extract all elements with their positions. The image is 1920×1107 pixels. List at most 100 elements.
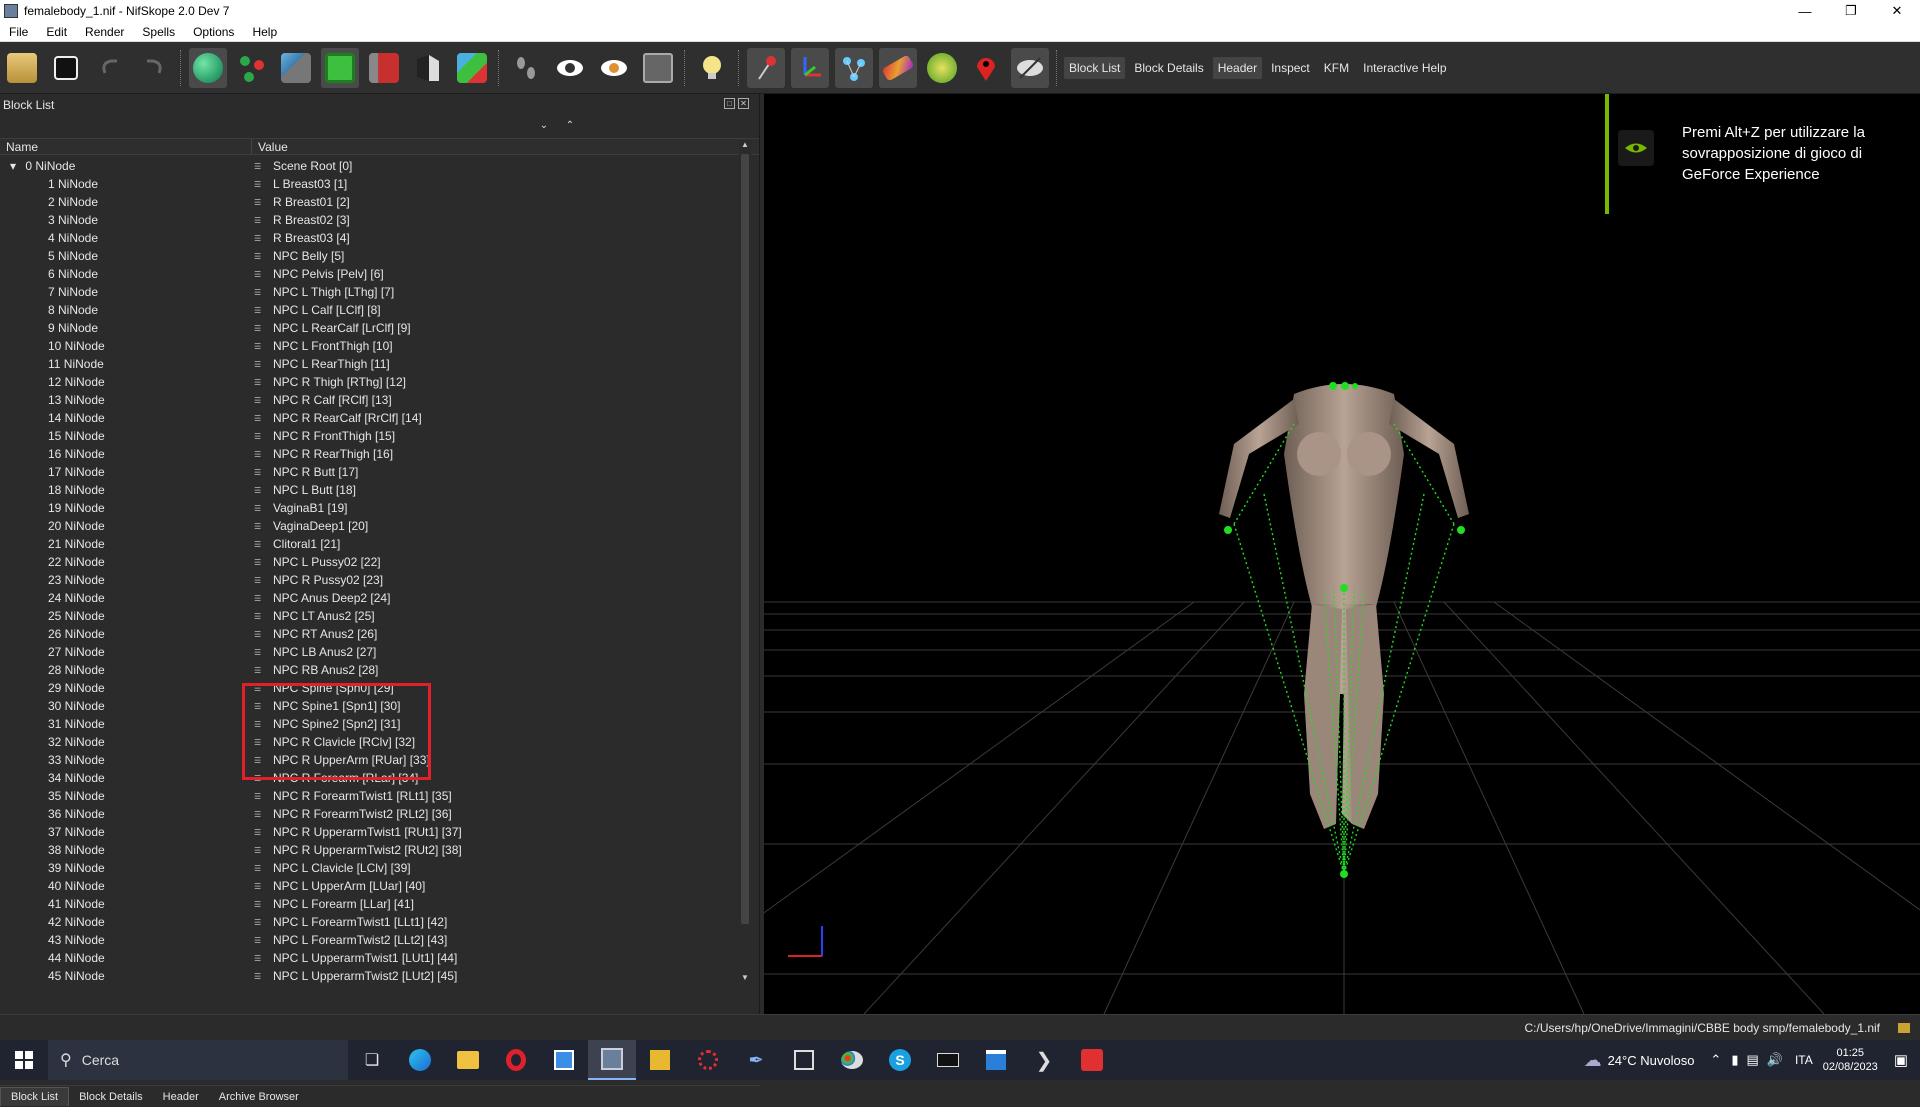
redo-button[interactable] xyxy=(135,48,173,88)
show-button[interactable] xyxy=(551,48,589,88)
skype-button[interactable]: S xyxy=(876,1040,924,1080)
network-icon[interactable]: ▤ xyxy=(1746,1052,1758,1068)
tree-row[interactable]: 3 NiNode ☰ R Breast02 [3] xyxy=(0,211,740,229)
toolbar-interactive-help-button[interactable]: Interactive Help xyxy=(1358,57,1451,79)
tree-row[interactable]: 18 NiNode ☰ NPC L Butt [18] xyxy=(0,481,740,499)
draw-markers-button[interactable] xyxy=(967,48,1005,88)
toolbar-inspect-button[interactable]: Inspect xyxy=(1266,57,1315,79)
tree-row[interactable]: 4 NiNode ☰ R Breast03 [4] xyxy=(0,229,740,247)
archive-button[interactable] xyxy=(636,1040,684,1080)
tree-row[interactable]: 45 NiNode ☰ NPC L UpperarmTwist2 [LUt2] [4… xyxy=(0,967,740,985)
tree-row[interactable]: 36 NiNode ☰ NPC R ForearmTwist2 [RLt2] [36… xyxy=(0,805,740,823)
terminal-button[interactable] xyxy=(924,1040,972,1080)
explorer-button[interactable] xyxy=(444,1040,492,1080)
open-button[interactable] xyxy=(3,48,41,88)
tree-row[interactable]: 22 NiNode ☰ NPC L Pussy02 [22] xyxy=(0,553,740,571)
column-header-value[interactable]: Value xyxy=(252,139,740,154)
view-flip-button[interactable] xyxy=(409,48,447,88)
tree-row[interactable]: 28 NiNode ☰ NPC RB Anus2 [28] xyxy=(0,661,740,679)
tree-row[interactable]: 40 NiNode ☰ NPC L UpperArm [LUar] [40] xyxy=(0,877,740,895)
window-button[interactable] xyxy=(972,1040,1020,1080)
view-front-button[interactable] xyxy=(321,47,359,88)
tree-row[interactable]: 21 NiNode ☰ Clitoral1 [21] xyxy=(0,535,740,553)
panel-close-button[interactable]: ✕ xyxy=(738,98,749,109)
opera-button[interactable] xyxy=(492,1040,540,1080)
menu-render[interactable]: Render xyxy=(76,25,133,39)
battery-icon[interactable]: ▮ xyxy=(1731,1052,1738,1068)
menu-spells[interactable]: Spells xyxy=(133,25,184,39)
menu-edit[interactable]: Edit xyxy=(37,25,76,39)
nifskope-taskbar-button[interactable] xyxy=(588,1040,636,1080)
clock[interactable]: 01:25 02/08/2023 xyxy=(1823,1046,1878,1074)
language-indicator[interactable]: ITA xyxy=(1795,1053,1813,1067)
editor-button[interactable] xyxy=(780,1040,828,1080)
expand-arrow-icon[interactable]: ▾ xyxy=(10,159,19,173)
edge-button[interactable] xyxy=(396,1040,444,1080)
tab-block-list[interactable]: Block List xyxy=(0,1087,70,1106)
tree-row[interactable]: 44 NiNode ☰ NPC L UpperarmTwist1 [LUt1] [4… xyxy=(0,949,740,967)
draw-constraints-button[interactable] xyxy=(835,47,873,88)
draw-havok-button[interactable] xyxy=(879,47,917,88)
tree-row[interactable]: ▾ 0 NiNode ☰ Scene Root [0] xyxy=(0,157,740,175)
draw-furniture-button[interactable] xyxy=(923,48,961,88)
tree-row[interactable]: 26 NiNode ☰ NPC RT Anus2 [26] xyxy=(0,625,740,643)
toolbar-block-list-button[interactable]: Block List xyxy=(1064,56,1126,79)
view-perspective-button[interactable] xyxy=(453,48,491,88)
walk-mode-button[interactable] xyxy=(507,48,545,88)
tree-row[interactable]: 23 NiNode ☰ NPC R Pussy02 [23] xyxy=(0,571,740,589)
media-button[interactable]: ❯ xyxy=(1020,1040,1068,1080)
tree-row[interactable]: 27 NiNode ☰ NPC LB Anus2 [27] xyxy=(0,643,740,661)
notifications-icon[interactable]: ▣ xyxy=(1894,1051,1908,1069)
select-mode-button[interactable] xyxy=(189,47,227,88)
tree-scrollbar[interactable]: ▲ ▼ xyxy=(739,140,751,985)
tree-row[interactable]: 43 NiNode ☰ NPC L ForearmTwist2 [LLt2] [43… xyxy=(0,931,740,949)
tree-row[interactable]: 8 NiNode ☰ NPC L Calf [LClf] [8] xyxy=(0,301,740,319)
search-box[interactable]: ⚲ Cerca xyxy=(48,1040,348,1080)
toolbar-header-button[interactable]: Header xyxy=(1212,56,1263,79)
save-button[interactable] xyxy=(47,48,85,88)
tree-row[interactable]: 42 NiNode ☰ NPC L ForearmTwist1 [LLt1] [42… xyxy=(0,913,740,931)
tree-row[interactable]: 14 NiNode ☰ NPC R RearCalf [RrClf] [14] xyxy=(0,409,740,427)
column-header-name[interactable]: Name xyxy=(0,139,252,154)
pen-tool-button[interactable]: ✒ xyxy=(732,1040,780,1080)
volume-icon[interactable]: 🔊 xyxy=(1767,1052,1783,1068)
panel-float-button[interactable]: □ xyxy=(724,98,735,109)
tree-row[interactable]: 17 NiNode ☰ NPC R Butt [17] xyxy=(0,463,740,481)
scroll-down-icon[interactable]: ▼ xyxy=(739,973,751,985)
toolbar-kfm-button[interactable]: KFM xyxy=(1319,57,1354,79)
show-hidden-button[interactable] xyxy=(595,48,633,88)
tree-row[interactable]: 20 NiNode ☰ VaginaDeep1 [20] xyxy=(0,517,740,535)
paint-button[interactable] xyxy=(828,1040,876,1080)
tree-row[interactable]: 15 NiNode ☰ NPC R FrontThigh [15] xyxy=(0,427,740,445)
tree-row[interactable]: 10 NiNode ☰ NPC L FrontThigh [10] xyxy=(0,337,740,355)
undo-button[interactable] xyxy=(91,48,129,88)
tree-row[interactable]: 24 NiNode ☰ NPC Anus Deep2 [24] xyxy=(0,589,740,607)
menu-help[interactable]: Help xyxy=(243,25,286,39)
foxit-button[interactable] xyxy=(1068,1040,1116,1080)
toolbar-block-details-button[interactable]: Block Details xyxy=(1129,57,1208,79)
view-top-button[interactable] xyxy=(277,48,315,88)
app-button[interactable] xyxy=(540,1040,588,1080)
tree-row[interactable]: 9 NiNode ☰ NPC L RearCalf [LrClf] [9] xyxy=(0,319,740,337)
close-button[interactable]: ✕ xyxy=(1874,0,1920,22)
draw-axes-button[interactable] xyxy=(791,47,829,88)
menu-file[interactable]: File xyxy=(0,25,37,39)
tree-row[interactable]: 25 NiNode ☰ NPC LT Anus2 [25] xyxy=(0,607,740,625)
tree-row[interactable]: 13 NiNode ☰ NPC R Calf [RClf] [13] xyxy=(0,391,740,409)
tree-row[interactable]: 7 NiNode ☰ NPC L Thigh [LThg] [7] xyxy=(0,283,740,301)
tree-row[interactable]: 37 NiNode ☰ NPC R UpperarmTwist1 [RUt1] [3… xyxy=(0,823,740,841)
collapse-down-icon[interactable]: ⌄ xyxy=(537,120,551,134)
tree-row[interactable]: 38 NiNode ☰ NPC R UpperarmTwist2 [RUt2] [3… xyxy=(0,841,740,859)
tree-row[interactable]: 16 NiNode ☰ NPC R RearThigh [16] xyxy=(0,445,740,463)
minimize-button[interactable]: — xyxy=(1782,0,1828,22)
tree-row[interactable]: 19 NiNode ☰ VaginaB1 [19] xyxy=(0,499,740,517)
tree-row[interactable]: 5 NiNode ☰ NPC Belly [5] xyxy=(0,247,740,265)
task-view-button[interactable]: ❏ xyxy=(348,1040,396,1080)
start-button[interactable] xyxy=(0,1040,48,1080)
chevron-up-icon[interactable]: ⌃ xyxy=(1710,1052,1721,1068)
screenshot-button[interactable] xyxy=(639,48,677,88)
vertex-select-button[interactable] xyxy=(233,48,271,88)
tab-block-details[interactable]: Block Details xyxy=(69,1088,153,1106)
tree-row[interactable]: 12 NiNode ☰ NPC R Thigh [RThg] [12] xyxy=(0,373,740,391)
tree-row[interactable]: 41 NiNode ☰ NPC L Forearm [LLar] [41] xyxy=(0,895,740,913)
